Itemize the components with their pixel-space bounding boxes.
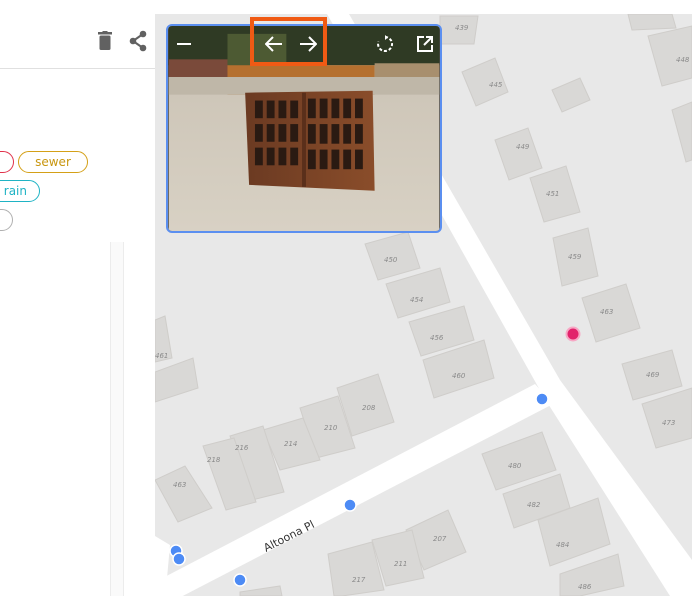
open-external-button[interactable] bbox=[411, 30, 439, 58]
building-number: 463 bbox=[173, 481, 186, 489]
building-number: 439 bbox=[455, 24, 469, 32]
share-icon bbox=[129, 30, 147, 52]
building-number: 451 bbox=[546, 190, 559, 198]
building-number: 484 bbox=[556, 541, 569, 549]
map-marker-blue[interactable] bbox=[343, 498, 357, 512]
previous-photo-button[interactable] bbox=[260, 30, 288, 58]
tag-chip-partial[interactable] bbox=[0, 209, 13, 231]
tag-chip-sewer[interactable]: sewer bbox=[18, 151, 88, 173]
map-marker-pink[interactable] bbox=[565, 326, 581, 342]
tag-chip-rain[interactable]: rain bbox=[0, 180, 40, 202]
map-marker-blue[interactable] bbox=[233, 573, 247, 587]
building-number: 460 bbox=[452, 372, 466, 380]
building-number: 448 bbox=[676, 56, 690, 64]
building-number: 480 bbox=[508, 462, 522, 470]
building-number: 208 bbox=[362, 404, 376, 412]
building-number: 449 bbox=[516, 143, 530, 151]
rotate-button[interactable] bbox=[371, 30, 399, 58]
minimize-button[interactable] bbox=[170, 30, 198, 58]
tag-chip[interactable] bbox=[0, 151, 14, 173]
arrow-left-icon bbox=[265, 36, 282, 52]
panel-scrollbar[interactable] bbox=[110, 242, 124, 596]
building-number: 216 bbox=[235, 444, 249, 452]
building-number: 456 bbox=[430, 334, 444, 342]
building-number: 450 bbox=[384, 256, 398, 264]
building-number: 463 bbox=[600, 308, 613, 316]
building-number: 207 bbox=[433, 535, 447, 543]
building-number: 217 bbox=[352, 576, 366, 584]
detail-panel: sewer rain bbox=[0, 0, 155, 596]
minimize-icon bbox=[177, 43, 191, 45]
building-number: 214 bbox=[284, 440, 297, 448]
next-photo-button[interactable] bbox=[294, 30, 322, 58]
building-number: 459 bbox=[568, 253, 582, 261]
photo-popup bbox=[166, 24, 442, 233]
building-number: 211 bbox=[394, 560, 407, 568]
arrow-right-icon bbox=[300, 36, 317, 52]
open-external-icon bbox=[417, 36, 433, 52]
share-button[interactable] bbox=[126, 29, 150, 53]
panel-toolbar bbox=[0, 14, 155, 69]
map-marker-blue[interactable] bbox=[535, 392, 549, 406]
building-number: 469 bbox=[646, 371, 660, 379]
map-marker-blue[interactable] bbox=[172, 552, 186, 566]
building-number: 218 bbox=[207, 456, 221, 464]
trash-icon bbox=[98, 31, 112, 50]
building-number: 445 bbox=[489, 81, 503, 89]
delete-button[interactable] bbox=[94, 29, 116, 53]
building-number: 210 bbox=[324, 424, 338, 432]
rotate-icon bbox=[377, 35, 394, 52]
building-number: 482 bbox=[527, 501, 541, 509]
building-number: 486 bbox=[578, 583, 592, 591]
building-number: 473 bbox=[662, 419, 675, 427]
photo-toolbar bbox=[168, 26, 440, 62]
building-number: 461 bbox=[155, 352, 168, 360]
building-number: 454 bbox=[410, 296, 423, 304]
